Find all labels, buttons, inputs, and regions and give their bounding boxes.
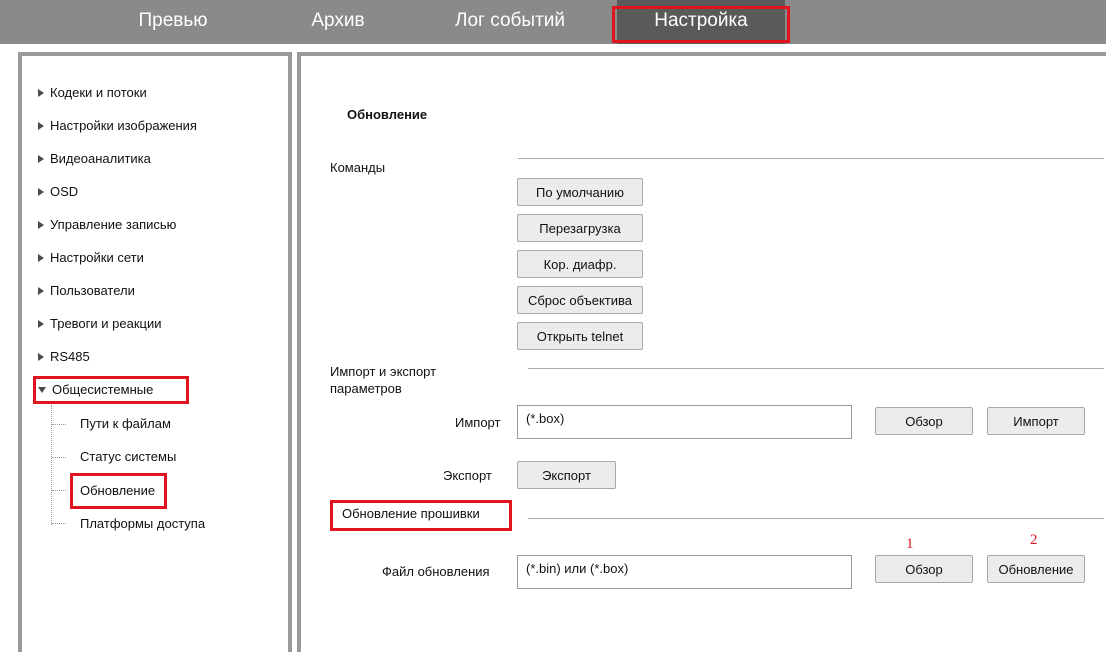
sidebar-subitem-access-platforms[interactable]: Платформы доступа bbox=[80, 516, 205, 531]
update-browse-button[interactable]: Обзор bbox=[875, 555, 973, 583]
top-nav-bar: Превью Архив Лог событий Настройка bbox=[0, 0, 1106, 44]
sidebar-item-label: Тревоги и реакции bbox=[50, 316, 162, 331]
sidebar-item-label: Настройки изображения bbox=[50, 118, 197, 133]
sidebar-item-recording[interactable]: Управление записью bbox=[38, 217, 176, 232]
tab-archive[interactable]: Архив bbox=[288, 0, 388, 44]
export-label: Экспорт bbox=[443, 468, 492, 483]
tab-event-log[interactable]: Лог событий bbox=[440, 0, 580, 44]
export-button[interactable]: Экспорт bbox=[517, 461, 616, 489]
iris-correction-button[interactable]: Кор. диафр. bbox=[517, 250, 643, 278]
import-browse-button[interactable]: Обзор bbox=[875, 407, 973, 435]
update-file-field[interactable]: (*.bin) или (*.box) bbox=[517, 555, 852, 589]
commands-section-label: Команды bbox=[330, 160, 386, 175]
update-file-label: Файл обновления bbox=[382, 564, 490, 579]
sidebar-item-osd[interactable]: OSD bbox=[38, 184, 78, 199]
sidebar-item-label: Видеоаналитика bbox=[50, 151, 151, 166]
section-divider bbox=[528, 518, 1104, 519]
sidebar-subitem-file-paths[interactable]: Пути к файлам bbox=[80, 416, 171, 431]
expand-arrow-icon bbox=[38, 253, 44, 262]
sidebar-item-codecs[interactable]: Кодеки и потоки bbox=[38, 85, 147, 100]
sidebar-item-label: Кодеки и потоки bbox=[50, 85, 147, 100]
sidebar-item-label: OSD bbox=[50, 184, 79, 199]
expand-arrow-icon bbox=[38, 187, 44, 196]
import-file-field[interactable]: (*.box) bbox=[517, 405, 852, 439]
tree-connector bbox=[52, 457, 66, 458]
tree-connector bbox=[51, 405, 52, 525]
sidebar-item-network[interactable]: Настройки сети bbox=[38, 250, 144, 265]
tab-preview[interactable]: Превью bbox=[108, 0, 238, 44]
sidebar-item-label: Общесистемные bbox=[52, 382, 154, 397]
reboot-button[interactable]: Перезагрузка bbox=[517, 214, 643, 242]
import-label: Импорт bbox=[455, 415, 501, 430]
open-telnet-button[interactable]: Открыть telnet bbox=[517, 322, 643, 350]
expand-arrow-icon bbox=[38, 220, 44, 229]
tab-settings[interactable]: Настройка bbox=[617, 0, 785, 44]
tree-connector bbox=[52, 490, 66, 491]
sidebar-item-system[interactable]: Общесистемные bbox=[38, 382, 153, 397]
sidebar-item-rs485[interactable]: RS485 bbox=[38, 349, 90, 364]
sidebar-item-alarms[interactable]: Тревоги и реакции bbox=[38, 316, 162, 331]
update-button[interactable]: Обновление bbox=[987, 555, 1085, 583]
import-export-section-label: Импорт и экспорт параметров bbox=[330, 364, 437, 396]
expand-arrow-icon bbox=[38, 154, 44, 163]
sidebar-item-label: RS485 bbox=[50, 349, 90, 364]
expand-arrow-icon bbox=[38, 121, 44, 130]
expand-arrow-icon bbox=[38, 319, 44, 328]
sidebar-item-label: Пользователи bbox=[50, 283, 135, 298]
tree-connector bbox=[52, 523, 66, 524]
factory-default-button[interactable]: По умолчанию bbox=[517, 178, 643, 206]
tree-connector bbox=[52, 424, 66, 425]
page-title: Обновление bbox=[347, 107, 428, 122]
sidebar-item-image-settings[interactable]: Настройки изображения bbox=[38, 118, 197, 133]
sidebar-item-label: Настройки сети bbox=[50, 250, 144, 265]
lens-reset-button[interactable]: Сброс объектива bbox=[517, 286, 643, 314]
expand-arrow-icon bbox=[38, 88, 44, 97]
firmware-section-label: Обновление прошивки bbox=[342, 506, 480, 521]
section-divider bbox=[518, 158, 1104, 159]
sidebar-subitem-update[interactable]: Обновление bbox=[80, 483, 155, 498]
step-marker-1: 1 bbox=[906, 536, 914, 552]
sidebar-item-video-analytics[interactable]: Видеоаналитика bbox=[38, 151, 151, 166]
step-marker-2: 2 bbox=[1030, 532, 1038, 548]
sidebar-item-users[interactable]: Пользователи bbox=[38, 283, 135, 298]
sidebar-item-label: Управление записью bbox=[50, 217, 177, 232]
expand-arrow-icon bbox=[38, 286, 44, 295]
section-divider bbox=[528, 368, 1104, 369]
import-button[interactable]: Импорт bbox=[987, 407, 1085, 435]
sidebar-subitem-system-status[interactable]: Статус системы bbox=[80, 449, 176, 464]
expand-arrow-icon bbox=[38, 352, 44, 361]
collapse-arrow-icon bbox=[38, 386, 46, 393]
